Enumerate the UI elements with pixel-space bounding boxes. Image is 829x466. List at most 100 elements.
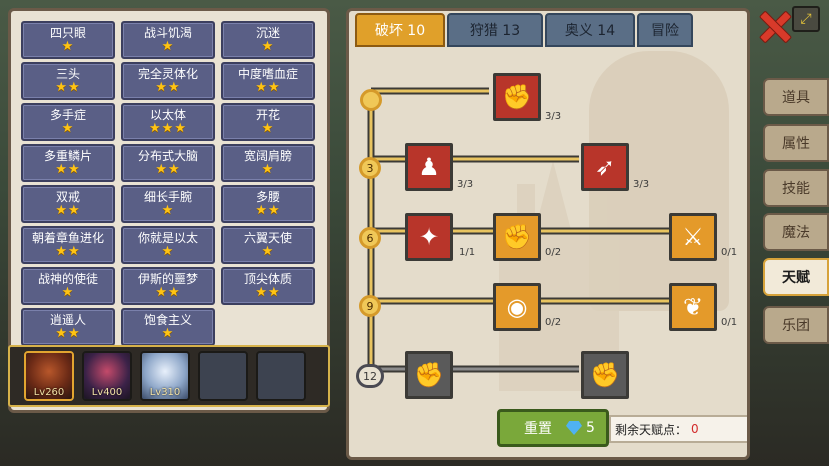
trait-card[interactable]: 中度嗜血症 ★★	[221, 62, 315, 100]
hero-slot-1[interactable]: Lv260	[24, 351, 74, 401]
talent-node[interactable]: ✊	[493, 73, 541, 121]
trait-name: 宽阔肩膀	[243, 149, 292, 163]
trait-card[interactable]: 完全灵体化 ★★	[121, 62, 215, 100]
talent-node[interactable]: ✦	[405, 213, 453, 261]
fullscreen-icon[interactable]: ⤢	[792, 6, 820, 32]
talent-node[interactable]: ✊	[581, 351, 629, 399]
reset-label: 重置	[524, 421, 552, 437]
trait-card[interactable]: 多腰 ★★	[221, 185, 315, 223]
star-rating: ★★	[55, 326, 81, 341]
points-label: 剩余天赋点：	[615, 422, 688, 437]
trait-name: 双戒	[55, 190, 80, 204]
trait-card[interactable]: 四只眼 ★	[21, 21, 115, 59]
star-rating: ★	[161, 203, 175, 218]
node-rank-count: 3/3	[457, 179, 474, 190]
points-value: 0	[691, 422, 699, 436]
trait-name: 以太体	[149, 108, 186, 122]
star-rating: ★	[161, 244, 175, 259]
hero-slot-3[interactable]: Lv310	[140, 351, 190, 401]
trait-card[interactable]: 以太体 ★★★	[121, 103, 215, 141]
tier-marker-9: 9	[359, 295, 381, 317]
trait-name: 分布式大脑	[137, 149, 198, 163]
talent-panel: 破坏 10 狩猎 13 奥义 14 冒险 3 6 9 12 ✊ 3/3 ♟ 3/3 ➶ 3…	[346, 8, 750, 460]
side-tab-1[interactable]: 属性	[763, 124, 829, 162]
node-rank-count: 3/3	[545, 111, 562, 122]
trait-card[interactable]: 饱食主义 ★	[121, 308, 215, 346]
trait-card[interactable]: 战神的使徒 ★	[21, 267, 115, 305]
node-rank-count: 0/2	[545, 247, 562, 258]
talent-node[interactable]: ⚔	[669, 213, 717, 261]
ring-drop-icon: ◉	[506, 293, 528, 321]
hero-level: Lv260	[33, 387, 65, 398]
fist-down-icon: ✊	[590, 361, 620, 389]
trait-name: 多手症	[49, 108, 86, 122]
hero-slot-empty[interactable]	[256, 351, 306, 401]
trait-card[interactable]: 朝着章鱼进化 ★★	[21, 226, 115, 264]
trait-card[interactable]: 宽阔肩膀 ★	[221, 144, 315, 182]
reset-area: 重置 5 剩余天赋点： 0	[497, 409, 747, 449]
talent-node[interactable]: ♟	[405, 143, 453, 191]
talent-points-display: 剩余天赋点： 0	[609, 415, 747, 443]
trait-name: 伊斯的噩梦	[137, 272, 198, 286]
punch-icon: ✊	[502, 223, 532, 251]
trait-name: 战神的使徒	[37, 272, 98, 286]
trait-card[interactable]: 开花 ★	[221, 103, 315, 141]
trait-card[interactable]: 六翼天使 ★	[221, 226, 315, 264]
trait-name: 顶尖体质	[243, 272, 292, 286]
star-rating: ★	[61, 39, 75, 54]
hero-slot-2[interactable]: Lv400	[82, 351, 132, 401]
node-rank-count: 0/2	[545, 317, 562, 328]
trait-name: 朝着章鱼进化	[31, 231, 104, 245]
reset-button[interactable]: 重置 5	[497, 409, 609, 447]
muscle-body-icon: ♟	[418, 153, 440, 181]
trait-name: 六翼天使	[243, 231, 292, 245]
trait-card[interactable]: 三头 ★★	[21, 62, 115, 100]
trait-name: 中度嗜血症	[237, 67, 298, 81]
side-tab-4[interactable]: 天赋	[763, 258, 829, 296]
star-rating: ★★	[155, 80, 181, 95]
talent-node[interactable]: ◉	[493, 283, 541, 331]
tier-marker-start	[360, 89, 382, 111]
trait-card[interactable]: 分布式大脑 ★★	[121, 144, 215, 182]
talent-node[interactable]: ❦	[669, 283, 717, 331]
trait-name: 四只眼	[49, 26, 86, 40]
trait-name: 细长手腕	[143, 190, 192, 204]
trait-card[interactable]: 伊斯的噩梦 ★★	[121, 267, 215, 305]
trait-card[interactable]: 顶尖体质 ★★	[221, 267, 315, 305]
side-tab-3[interactable]: 魔法	[763, 213, 829, 251]
trait-card[interactable]: 细长手腕 ★	[121, 185, 215, 223]
trait-card[interactable]: 多手症 ★	[21, 103, 115, 141]
star-rating: ★★	[155, 162, 181, 177]
hero-slot-empty[interactable]	[198, 351, 248, 401]
star-rating: ★★	[255, 203, 281, 218]
side-tab-2[interactable]: 技能	[763, 169, 829, 207]
trait-name: 逍遥人	[49, 313, 86, 327]
trait-card[interactable]: 双戒 ★★	[21, 185, 115, 223]
trait-name: 多重鳞片	[43, 149, 92, 163]
star-rating: ★★	[55, 162, 81, 177]
trait-card[interactable]: 多重鳞片 ★★	[21, 144, 115, 182]
tier-marker-6: 6	[359, 227, 381, 249]
talent-node[interactable]: ➶	[581, 143, 629, 191]
star-rating: ★	[61, 121, 75, 136]
talent-node[interactable]: ✊	[405, 351, 453, 399]
diamond-icon	[566, 421, 582, 435]
side-tab-0[interactable]: 道具	[763, 78, 829, 116]
tier-marker-3: 3	[359, 157, 381, 179]
slash-arrow-icon: ➶	[594, 153, 616, 181]
trait-card[interactable]: 逍遥人 ★★	[21, 308, 115, 346]
star-rating: ★	[261, 244, 275, 259]
node-rank-count: 0/1	[721, 317, 738, 328]
star-rating: ★★	[255, 80, 281, 95]
trait-card[interactable]: 战斗饥渴 ★	[121, 21, 215, 59]
trait-card[interactable]: 你就是以太 ★	[121, 226, 215, 264]
trait-card[interactable]: 沉迷 ★	[221, 21, 315, 59]
close-icon[interactable]	[758, 10, 793, 44]
side-tab-5[interactable]: 乐团	[763, 306, 829, 344]
trait-name: 战斗饥渴	[143, 26, 192, 40]
hero-level: Lv400	[91, 387, 123, 398]
trait-name: 饱食主义	[143, 313, 192, 327]
reset-cost: 5	[586, 420, 595, 436]
star-rating: ★	[261, 121, 275, 136]
talent-node[interactable]: ✊	[493, 213, 541, 261]
